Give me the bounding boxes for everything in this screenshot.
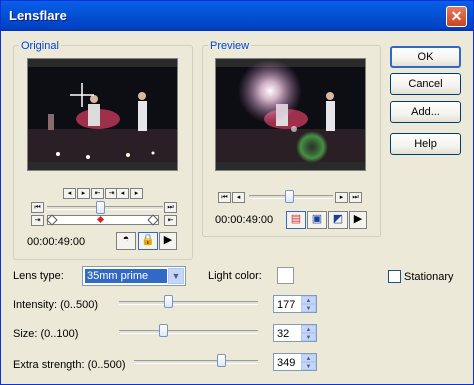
ok-button-label: OK	[417, 51, 434, 63]
speed-button[interactable]: ◓	[116, 232, 136, 250]
preview-scrubber-thumb[interactable]	[285, 190, 294, 203]
view-monitor-button[interactable]: ▣	[307, 211, 327, 229]
keyframe-end-button[interactable]: ⇤	[164, 215, 177, 226]
intensity-spinner[interactable]: 177 ▲ ▼	[273, 295, 317, 313]
scrub-end-button[interactable]: ⏭	[164, 202, 177, 213]
intensity-down-button[interactable]: ▼	[301, 304, 316, 312]
preview-label: Preview	[208, 40, 252, 52]
extra-strength-slider-thumb[interactable]	[216, 354, 226, 367]
monitor-icon: ▣	[311, 213, 323, 225]
extra-strength-slider-track[interactable]	[134, 360, 258, 364]
size-slider-track[interactable]	[119, 330, 258, 334]
close-icon: ✕	[450, 8, 463, 24]
size-label: Size: (0..100)	[13, 328, 79, 340]
preview-end-button[interactable]: ⏭	[349, 192, 362, 203]
view-split-button[interactable]: ▤	[286, 211, 306, 229]
extra-strength-down-button[interactable]: ▼	[301, 362, 316, 370]
original-frame-image	[28, 59, 177, 170]
chevron-down-icon: ▼	[171, 271, 181, 281]
lens-type-value: 35mm prime	[85, 269, 167, 283]
original-scrubber-thumb[interactable]	[96, 201, 105, 214]
original-timecode: 00:00:49:00	[27, 236, 86, 248]
light-color-swatch[interactable]	[277, 267, 294, 284]
play-icon: ▶	[163, 234, 173, 246]
size-up-button[interactable]: ▲	[301, 325, 316, 333]
size-spinner[interactable]: 32 ▲ ▼	[273, 324, 317, 342]
preview-next-button[interactable]: ▸	[335, 192, 348, 203]
add-button[interactable]: Add...	[390, 101, 461, 123]
extra-strength-up-button[interactable]: ▲	[301, 354, 316, 362]
overlay-icon: ◩	[332, 213, 344, 225]
size-value[interactable]: 32	[277, 328, 289, 340]
mark-out-button[interactable]: ▸	[77, 188, 90, 199]
add-button-label: Add...	[411, 106, 440, 118]
close-button[interactable]: ✕	[446, 6, 467, 27]
extra-strength-label: Extra strength: (0..500)	[13, 359, 126, 371]
split-view-icon: ▤	[290, 213, 302, 225]
speedometer-icon: ◓	[122, 233, 130, 245]
preview-video	[215, 58, 366, 171]
lock-button[interactable]: 🔒	[138, 232, 158, 250]
keyframe-end-marker[interactable]	[147, 214, 159, 226]
cancel-button-label: Cancel	[408, 78, 443, 90]
prev-keyframe-button[interactable]: ◂	[116, 188, 129, 199]
view-overlay-button[interactable]: ◩	[328, 211, 348, 229]
keyframe-start-marker[interactable]	[46, 214, 58, 226]
intensity-value[interactable]: 177	[277, 299, 295, 311]
preview-start-button[interactable]: ⏮	[218, 192, 231, 203]
stationary-label: Stationary	[404, 271, 454, 283]
lens-type-dropdown-button[interactable]: ▼	[168, 268, 184, 284]
title-bar: Lensflare ✕	[1, 1, 473, 31]
size-slider-thumb[interactable]	[159, 324, 169, 337]
mark-in-button[interactable]: ◂	[63, 188, 76, 199]
stationary-checkbox[interactable]	[388, 270, 401, 283]
next-keyframe-button[interactable]: ▸	[130, 188, 143, 199]
intensity-up-button[interactable]: ▲	[301, 296, 316, 304]
help-button[interactable]: Help	[390, 133, 461, 155]
original-play-button[interactable]: ▶	[159, 232, 177, 250]
preview-play-button[interactable]: ▶	[349, 211, 367, 229]
intensity-label: Intensity: (0..500)	[13, 299, 98, 311]
keyframe-current-marker[interactable]	[96, 215, 105, 224]
keyframe-start-button[interactable]: ⇥	[31, 215, 44, 226]
original-video[interactable]	[27, 58, 178, 171]
intensity-slider-track[interactable]	[119, 301, 258, 305]
light-color-label: Light color:	[208, 270, 262, 282]
original-label: Original	[19, 40, 61, 52]
preview-frame-image	[216, 59, 365, 170]
extra-strength-spinner[interactable]: 349 ▲ ▼	[273, 353, 317, 371]
lock-icon: 🔒	[141, 234, 155, 246]
play-icon: ▶	[353, 213, 363, 225]
ok-button[interactable]: OK	[390, 46, 461, 68]
size-down-button[interactable]: ▼	[301, 333, 316, 341]
help-button-label: Help	[414, 138, 437, 150]
cancel-button[interactable]: Cancel	[390, 73, 461, 95]
keyframe-track[interactable]	[46, 214, 159, 226]
intensity-slider-thumb[interactable]	[164, 295, 174, 308]
lens-type-label: Lens type:	[13, 270, 64, 282]
lens-type-select[interactable]: 35mm prime ▼	[82, 266, 186, 286]
scrub-start-button[interactable]: ⏮	[31, 202, 44, 213]
extra-strength-value[interactable]: 349	[277, 357, 295, 369]
go-in-button[interactable]: ⇤	[91, 188, 104, 199]
window-title: Lensflare	[9, 8, 67, 23]
lensflare-dialog: Lensflare ✕ Original ◂ ▸ ⇤ ⇥ ◂ ▸ ⏮ ⏭ ⇥ ⇤…	[0, 0, 474, 385]
original-scrubber-track[interactable]	[47, 206, 163, 210]
preview-prev-button[interactable]: ◂	[232, 192, 245, 203]
preview-timecode: 00:00:49:00	[215, 214, 274, 226]
